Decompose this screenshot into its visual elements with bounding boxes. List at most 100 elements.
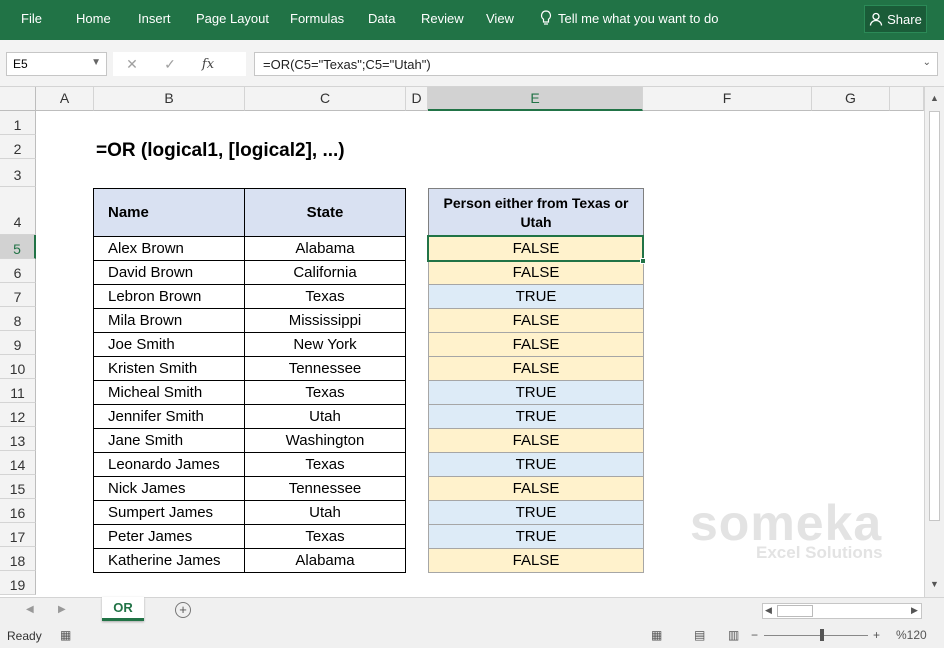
tab-file[interactable]: File (21, 11, 42, 26)
state-cell[interactable]: Texas (244, 524, 406, 549)
row-header-19[interactable]: 19 (0, 571, 36, 595)
share-button[interactable]: Share (864, 5, 927, 33)
name-cell[interactable]: Jennifer Smith (93, 404, 245, 429)
name-cell[interactable]: Alex Brown (93, 236, 245, 261)
row-header-14[interactable]: 14 (0, 451, 36, 475)
column-header-e[interactable]: E (428, 87, 643, 111)
row-header-17[interactable]: 17 (0, 523, 36, 547)
row-header-4[interactable]: 4 (0, 187, 36, 235)
name-cell[interactable]: Mila Brown (93, 308, 245, 333)
page-layout-view-icon[interactable]: ▤ (694, 628, 705, 642)
name-cell[interactable]: Sumpert James (93, 500, 245, 525)
state-cell[interactable]: Texas (244, 284, 406, 309)
column-header-c[interactable]: C (245, 87, 406, 111)
name-cell[interactable]: Kristen Smith (93, 356, 245, 381)
row-header-10[interactable]: 10 (0, 355, 36, 379)
zoom-slider-knob[interactable] (820, 629, 824, 641)
zoom-level[interactable]: %120 (896, 628, 927, 642)
zoom-out-icon[interactable]: − (751, 628, 758, 642)
vertical-scroll-thumb[interactable] (929, 111, 940, 521)
row-header-2[interactable]: 2 (0, 135, 36, 159)
tab-insert[interactable]: Insert (138, 11, 171, 26)
row-header-6[interactable]: 6 (0, 259, 36, 283)
tab-review[interactable]: Review (421, 11, 464, 26)
result-cell[interactable]: FALSE (428, 428, 644, 453)
result-cell[interactable]: TRUE (428, 524, 644, 549)
name-cell[interactable]: Nick James (93, 476, 245, 501)
tab-home[interactable]: Home (76, 11, 111, 26)
state-cell[interactable]: Tennessee (244, 476, 406, 501)
tab-page-layout[interactable]: Page Layout (196, 11, 269, 26)
row-header-18[interactable]: 18 (0, 547, 36, 571)
name-cell[interactable]: David Brown (93, 260, 245, 285)
tell-me-box[interactable]: Tell me what you want to do (540, 10, 718, 26)
row-header-13[interactable]: 13 (0, 427, 36, 451)
row-header-9[interactable]: 9 (0, 331, 36, 355)
name-cell[interactable]: Lebron Brown (93, 284, 245, 309)
state-cell[interactable]: Utah (244, 500, 406, 525)
name-cell[interactable]: Leonardo James (93, 452, 245, 477)
row-header-12[interactable]: 12 (0, 403, 36, 427)
state-cell[interactable]: Tennessee (244, 356, 406, 381)
row-header-8[interactable]: 8 (0, 307, 36, 331)
enter-icon[interactable]: ✓ (151, 56, 189, 73)
state-cell[interactable]: Utah (244, 404, 406, 429)
result-cell[interactable]: TRUE (428, 284, 644, 309)
result-cell[interactable]: FALSE (428, 476, 644, 501)
result-cell[interactable]: FALSE (428, 308, 644, 333)
zoom-in-icon[interactable]: + (873, 628, 880, 642)
state-cell[interactable]: California (244, 260, 406, 285)
formula-input[interactable]: =OR(C5="Texas";C5="Utah") ⌄ (254, 52, 938, 76)
result-cell[interactable]: TRUE (428, 404, 644, 429)
result-cell[interactable]: FALSE (428, 332, 644, 357)
sheet-tab-or[interactable]: OR (102, 597, 144, 621)
state-cell[interactable]: Mississippi (244, 308, 406, 333)
expand-formula-icon[interactable]: ⌄ (923, 57, 931, 68)
result-cell[interactable]: FALSE (428, 260, 644, 285)
state-cell[interactable]: Texas (244, 452, 406, 477)
row-header-16[interactable]: 16 (0, 499, 36, 523)
horizontal-scroll-thumb[interactable] (777, 605, 813, 617)
result-cell[interactable]: TRUE (428, 452, 644, 477)
vertical-scrollbar[interactable]: ▲ ▼ (924, 87, 944, 597)
normal-view-icon[interactable]: ▦ (651, 628, 662, 642)
tab-formulas[interactable]: Formulas (290, 11, 344, 26)
scroll-left-icon[interactable]: ◀ (765, 605, 772, 616)
select-all-corner[interactable] (0, 87, 36, 111)
state-cell[interactable]: New York (244, 332, 406, 357)
row-header-3[interactable]: 3 (0, 159, 36, 187)
scroll-right-icon[interactable]: ▶ (911, 605, 918, 616)
state-cell[interactable]: Texas (244, 380, 406, 405)
tab-data[interactable]: Data (368, 11, 395, 26)
cancel-icon[interactable]: ✕ (113, 56, 151, 73)
horizontal-scrollbar[interactable]: ◀ ▶ (762, 603, 922, 619)
name-cell[interactable]: Joe Smith (93, 332, 245, 357)
result-cell[interactable]: FALSE (428, 236, 644, 261)
state-cell[interactable]: Alabama (244, 548, 406, 573)
add-sheet-icon[interactable]: + (175, 602, 191, 618)
column-header-f[interactable]: F (643, 87, 812, 111)
scroll-down-icon[interactable]: ▼ (930, 579, 939, 589)
row-header-11[interactable]: 11 (0, 379, 36, 403)
scroll-up-icon[interactable]: ▲ (930, 93, 939, 103)
name-cell[interactable]: Peter James (93, 524, 245, 549)
state-cell[interactable]: Alabama (244, 236, 406, 261)
column-header-g[interactable]: G (812, 87, 890, 111)
row-header-1[interactable]: 1 (0, 111, 36, 135)
column-header-a[interactable]: A (36, 87, 94, 111)
row-header-5[interactable]: 5 (0, 235, 36, 259)
name-box[interactable]: E5 ▼ (6, 52, 107, 76)
zoom-slider-track[interactable] (764, 635, 868, 636)
result-cell[interactable]: FALSE (428, 356, 644, 381)
next-sheet-icon[interactable]: ▶ (58, 604, 66, 615)
column-header-b[interactable]: B (94, 87, 245, 111)
result-cell[interactable]: FALSE (428, 548, 644, 573)
column-header-d[interactable]: D (406, 87, 428, 111)
chevron-down-icon[interactable]: ▼ (91, 57, 101, 68)
prev-sheet-icon[interactable]: ◀ (26, 604, 34, 615)
page-break-view-icon[interactable]: ▥ (728, 628, 739, 642)
row-header-7[interactable]: 7 (0, 283, 36, 307)
row-header-15[interactable]: 15 (0, 475, 36, 499)
state-cell[interactable]: Washington (244, 428, 406, 453)
name-cell[interactable]: Jane Smith (93, 428, 245, 453)
